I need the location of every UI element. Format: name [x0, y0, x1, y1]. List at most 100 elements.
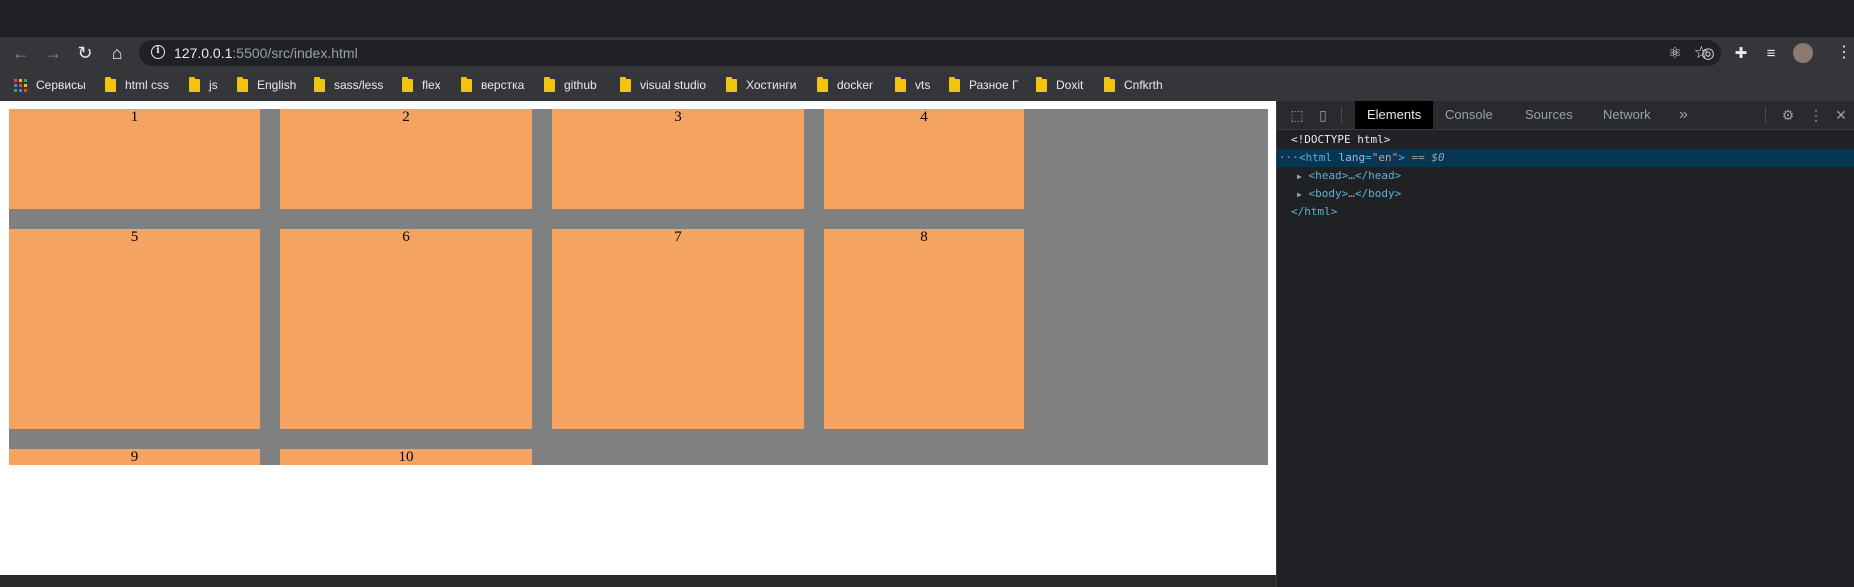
bookmark-sass-less[interactable]: sass/less — [314, 69, 383, 101]
device-toolbar-icon[interactable]: ▯ — [1313, 105, 1333, 125]
media-control-icon[interactable]: ≡ — [1760, 42, 1782, 64]
html-close-tag: </html> — [1291, 205, 1338, 218]
status-strip — [0, 575, 1276, 587]
node-actions-icon[interactable]: ··· — [1279, 151, 1299, 164]
expand-triangle-icon[interactable]: ▶ — [1297, 190, 1302, 199]
bookmark-label: Cnfkrth — [1124, 78, 1163, 92]
head-open-tag: <head> — [1308, 169, 1349, 182]
collapsed-ellipsis: … — [1348, 169, 1355, 182]
bookmark-label: github — [564, 78, 597, 92]
folder-icon — [544, 76, 555, 92]
site-info-icon[interactable]: i — [151, 45, 165, 59]
bookmark-js[interactable]: js — [189, 69, 218, 101]
avatar[interactable] — [1793, 43, 1813, 63]
bookmark-github[interactable]: github — [544, 69, 597, 101]
bookmark-services[interactable]: Сервисы — [14, 69, 86, 101]
folder-icon — [314, 76, 325, 92]
folder-icon — [895, 76, 906, 92]
grid-cell: 3 — [552, 109, 804, 209]
grid-cell: 4 — [824, 109, 1024, 209]
bookmark-flex[interactable]: flex — [402, 69, 441, 101]
bookmark-verstka[interactable]: верстка — [461, 69, 524, 101]
tab-strip — [0, 0, 1854, 37]
folder-icon — [949, 76, 960, 92]
dom-head-node[interactable]: ▶ <head>…</head> — [1277, 167, 1854, 185]
folder-icon — [1104, 76, 1115, 92]
bookmark-raznoe[interactable]: Разное Г — [949, 69, 1018, 101]
bookmark-html-css[interactable]: html css — [105, 69, 169, 101]
bookmark-doxit[interactable]: Doxit — [1036, 69, 1083, 101]
url-text[interactable]: 127.0.0.1:5500/src/index.html — [174, 45, 358, 61]
doctype-text: <!DOCTYPE html> — [1291, 133, 1391, 146]
address-bar[interactable]: i 127.0.0.1:5500/src/index.html ☆ — [139, 40, 1721, 66]
close-icon[interactable]: ✕ — [1831, 105, 1851, 125]
folder-icon — [726, 76, 737, 92]
reload-icon[interactable]: ↻ — [73, 41, 97, 65]
chrome-menu-icon[interactable]: ⋮ — [1836, 42, 1852, 62]
forward-icon[interactable]: → — [41, 41, 65, 65]
grid-container: 1 2 3 4 5 6 7 8 9 10 — [9, 109, 1268, 465]
tab-elements[interactable]: Elements — [1355, 101, 1434, 129]
folder-icon — [1036, 76, 1047, 92]
folder-icon — [817, 76, 828, 92]
bookmark-label: flex — [422, 78, 441, 92]
folder-icon — [189, 76, 200, 92]
dom-body-node[interactable]: ▶ <body>…</body> — [1277, 185, 1854, 203]
grid-cell: 6 — [280, 229, 532, 429]
bookmark-vts[interactable]: vts — [895, 69, 930, 101]
react-devtools-icon[interactable]: ⚛ — [1664, 42, 1686, 64]
bookmark-label: English — [257, 78, 297, 92]
body-open-tag: <body> — [1308, 187, 1349, 200]
url-host: 127.0.0.1 — [174, 45, 233, 61]
apps-icon — [14, 78, 27, 92]
bookmarks-bar: Сервисы html css js English sass/less fl… — [0, 69, 1854, 101]
bookmark-label: Сервисы — [36, 78, 86, 92]
tab-sources[interactable]: Sources — [1513, 101, 1585, 129]
more-tabs-icon[interactable]: » — [1667, 101, 1700, 129]
folder-icon — [402, 76, 413, 92]
lang-value: "en" — [1371, 151, 1399, 164]
kebab-menu-icon[interactable]: ⋮ — [1806, 105, 1826, 125]
bookmark-label: sass/less — [334, 78, 384, 92]
bookmark-hostings[interactable]: Хостинги — [726, 69, 796, 101]
url-path: :5500/src/index.html — [232, 45, 358, 61]
browser-toolbar: ← → ↻ ⌂ i 127.0.0.1:5500/src/index.html … — [0, 37, 1854, 69]
lang-attr: lang — [1338, 151, 1366, 164]
dom-html-close[interactable]: </html> — [1277, 203, 1854, 221]
divider — [1341, 107, 1342, 123]
grid-cell: 10 — [280, 449, 532, 465]
expand-triangle-icon[interactable]: ▶ — [1297, 172, 1302, 181]
bookmark-label: Хостинги — [746, 78, 797, 92]
dom-tree[interactable]: <!DOCTYPE html> ···<html lang="en"> == $… — [1277, 131, 1854, 221]
body-close-tag: </body> — [1354, 187, 1402, 200]
puzzle-icon[interactable]: ✚ — [1730, 42, 1752, 64]
extension-target-icon[interactable]: ◎ — [1697, 42, 1719, 64]
bookmark-label: visual studio — [640, 78, 707, 92]
grid-cell: 9 — [9, 449, 260, 465]
folder-icon — [620, 76, 631, 92]
grid-cell: 5 — [9, 229, 260, 429]
collapsed-ellipsis: … — [1348, 187, 1355, 200]
bookmark-visual-studio[interactable]: visual studio — [620, 69, 706, 101]
bookmark-label: js — [209, 78, 218, 92]
dom-html-node[interactable]: ···<html lang="en"> == $0 — [1277, 149, 1854, 167]
bookmark-docker[interactable]: docker — [817, 69, 873, 101]
gear-icon[interactable]: ⚙ — [1778, 105, 1798, 125]
page-viewport: 1 2 3 4 5 6 7 8 9 10 — [0, 101, 1276, 587]
inspect-element-icon[interactable]: ⬚ — [1287, 105, 1307, 125]
tab-network[interactable]: Network — [1591, 101, 1663, 129]
head-close-tag: </head> — [1354, 169, 1402, 182]
dom-doctype[interactable]: <!DOCTYPE html> — [1277, 131, 1854, 149]
grid-cell: 2 — [280, 109, 532, 209]
tab-console[interactable]: Console — [1433, 101, 1505, 129]
bookmark-english[interactable]: English — [237, 69, 296, 101]
folder-icon — [461, 76, 472, 92]
folder-icon — [105, 76, 116, 92]
back-icon[interactable]: ← — [9, 41, 33, 65]
folder-icon — [237, 76, 248, 92]
home-icon[interactable]: ⌂ — [105, 41, 129, 65]
bookmark-cnfkrth[interactable]: Cnfkrth — [1104, 69, 1163, 101]
tag-bracket: > — [1398, 151, 1405, 164]
grid-cell: 7 — [552, 229, 804, 429]
bookmark-label: Разное Г — [969, 78, 1019, 92]
